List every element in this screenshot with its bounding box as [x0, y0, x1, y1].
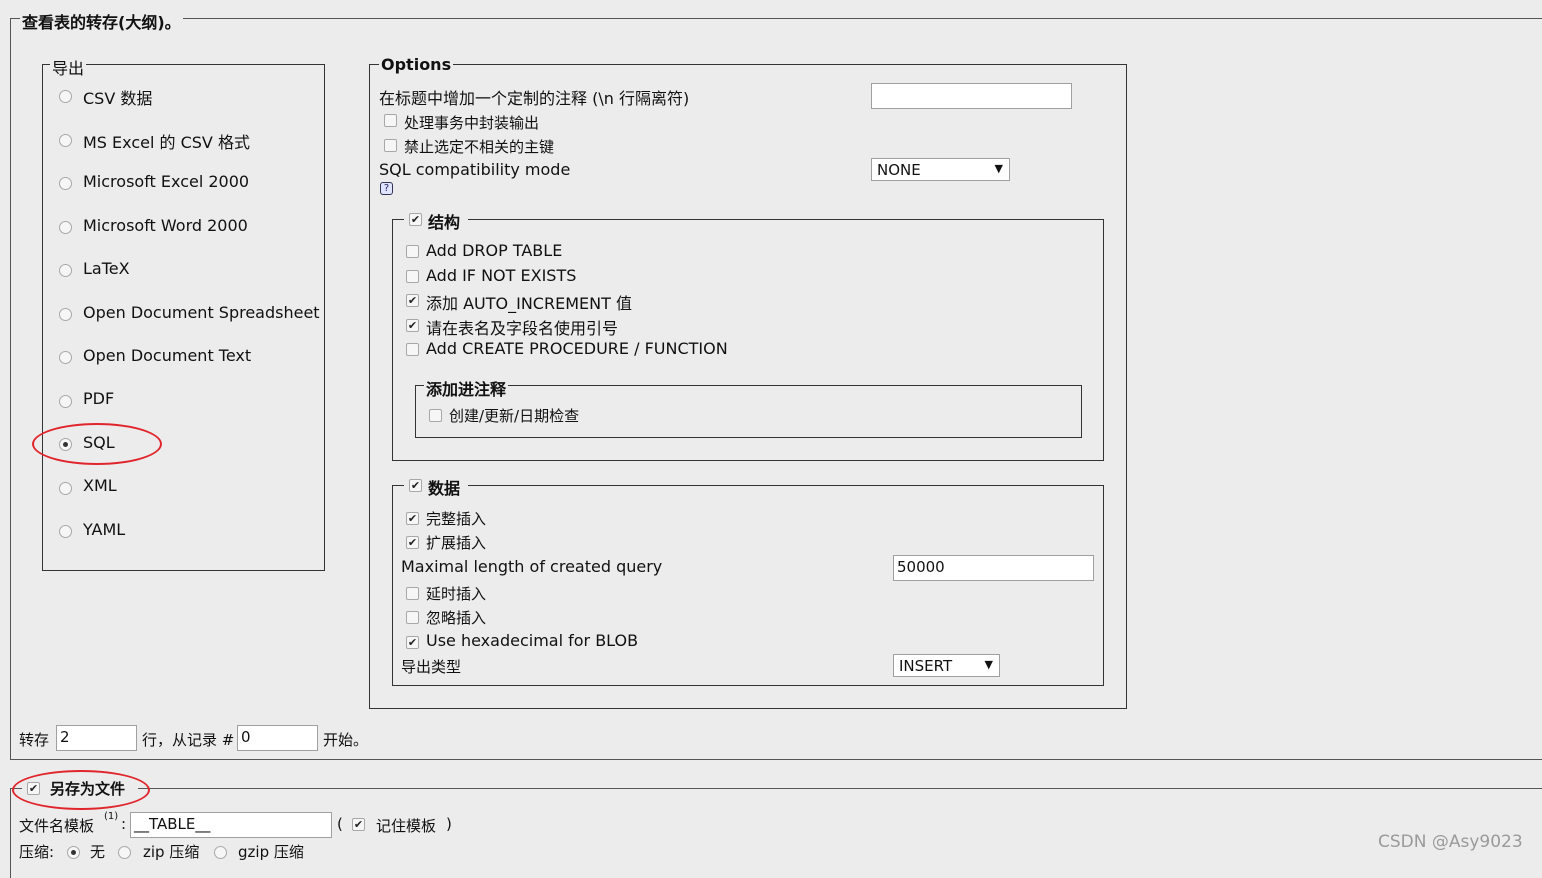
dropdown-arrow-icon: ▼ [984, 658, 993, 671]
format-label[interactable]: YAML [83, 520, 125, 539]
template-label: 文件名模板 [19, 817, 95, 835]
drop-table-label[interactable]: Add DROP TABLE [426, 241, 562, 260]
radio-word-2000[interactable] [59, 221, 72, 234]
data-checkbox[interactable]: ✔ [409, 479, 422, 492]
auto-increment-checkbox[interactable]: ✔ [406, 294, 419, 307]
backquotes-checkbox[interactable]: ✔ [406, 319, 419, 332]
compat-select-value: NONE [877, 161, 921, 179]
format-label[interactable]: Open Document Spreadsheet [83, 303, 320, 322]
delayed-insert-checkbox[interactable] [406, 587, 419, 600]
radio-excel-2000[interactable] [59, 177, 72, 190]
format-label[interactable]: Microsoft Excel 2000 [83, 172, 249, 191]
complete-insert-label[interactable]: 完整插入 [426, 508, 486, 529]
format-label[interactable]: CSV 数据 [83, 85, 152, 109]
backquotes-label[interactable]: 请在表名及字段名使用引号 [426, 315, 618, 339]
format-label[interactable]: MS Excel 的 CSV 格式 [83, 129, 250, 153]
max-query-label: Maximal length of created query [401, 557, 663, 576]
structure-checkbox[interactable]: ✔ [409, 213, 422, 226]
help-icon[interactable]: ? [380, 182, 393, 195]
dump-suffix: 开始。 [323, 731, 369, 749]
radio-xml[interactable] [59, 482, 72, 495]
compression-label: 压缩: [19, 843, 55, 861]
header-comment-label: 在标题中增加一个定制的注释 (\n 行隔离符) [379, 89, 690, 108]
radio-csv[interactable] [59, 90, 72, 103]
template-sup: (1) [104, 811, 119, 822]
hex-blob-checkbox[interactable]: ✔ [406, 636, 419, 649]
ignore-insert-label[interactable]: 忽略插入 [426, 607, 486, 628]
save-file-highlight-annotation [12, 770, 150, 810]
compression-zip-label[interactable]: zip 压缩 [143, 841, 199, 862]
radio-yaml[interactable] [59, 525, 72, 538]
disable-fk-checkbox[interactable] [384, 139, 397, 152]
ignore-insert-checkbox[interactable] [406, 611, 419, 624]
paren-close: ) [446, 815, 452, 833]
compression-none-radio[interactable] [67, 846, 80, 859]
create-procedure-checkbox[interactable] [406, 343, 419, 356]
comments-legend: 添加进注释 [424, 376, 509, 400]
if-not-exists-checkbox[interactable] [406, 270, 419, 283]
format-label[interactable]: PDF [83, 389, 114, 408]
export-type-label: 导出类型 [401, 658, 462, 676]
compression-zip-radio[interactable] [118, 846, 131, 859]
radio-csv-excel[interactable] [59, 134, 72, 147]
extended-insert-checkbox[interactable]: ✔ [406, 536, 419, 549]
remember-template-checkbox[interactable]: ✔ [352, 818, 365, 831]
dates-label[interactable]: 创建/更新/日期检查 [449, 405, 579, 426]
compression-none-label[interactable]: 无 [90, 841, 105, 862]
data-label[interactable]: 数据 [428, 475, 460, 499]
disable-fk-label[interactable]: 禁止选定不相关的主键 [404, 136, 554, 157]
wrap-transaction-label[interactable]: 处理事务中封装输出 [404, 112, 539, 133]
radio-latex[interactable] [59, 264, 72, 277]
hex-blob-label[interactable]: Use hexadecimal for BLOB [426, 631, 638, 650]
complete-insert-checkbox[interactable]: ✔ [406, 512, 419, 525]
paren-open: ( [337, 815, 343, 833]
extended-insert-label[interactable]: 扩展插入 [426, 532, 486, 553]
create-procedure-label[interactable]: Add CREATE PROCEDURE / FUNCTION [426, 339, 728, 358]
if-not-exists-label[interactable]: Add IF NOT EXISTS [426, 266, 576, 285]
structure-label[interactable]: 结构 [428, 209, 460, 233]
wrap-transaction-checkbox[interactable] [384, 114, 397, 127]
export-type-select[interactable]: INSERT ▼ [893, 654, 1000, 677]
dump-middle: 行，从记录 # [142, 731, 235, 749]
header-comment-input[interactable] [871, 83, 1072, 109]
rows-input[interactable]: 2 [56, 725, 137, 751]
export-legend: 导出 [50, 55, 87, 79]
radio-odt[interactable] [59, 351, 72, 364]
options-legend: Options [379, 55, 454, 74]
export-type-value: INSERT [899, 657, 953, 675]
compat-label: SQL compatibility mode [379, 160, 571, 179]
format-label[interactable]: LaTeX [83, 259, 130, 278]
format-label[interactable]: Open Document Text [83, 346, 251, 365]
start-input[interactable]: 0 [237, 725, 318, 751]
template-colon: : [121, 815, 127, 833]
drop-table-checkbox[interactable] [406, 245, 419, 258]
dump-prefix: 转存 [19, 731, 50, 749]
dump-legend: 查看表的转存(大纲)。 [20, 9, 183, 33]
compression-gzip-label[interactable]: gzip 压缩 [238, 841, 304, 862]
max-query-input[interactable]: 50000 [893, 555, 1094, 581]
sql-highlight-annotation [32, 423, 162, 465]
format-label[interactable]: Microsoft Word 2000 [83, 216, 248, 235]
dates-checkbox[interactable] [429, 409, 442, 422]
dropdown-arrow-icon: ▼ [994, 162, 1003, 175]
watermark: CSDN @Asy9023 [1378, 832, 1523, 852]
radio-ods[interactable] [59, 308, 72, 321]
filename-template-input[interactable]: __TABLE__ [130, 812, 332, 838]
radio-pdf[interactable] [59, 395, 72, 408]
auto-increment-label[interactable]: 添加 AUTO_INCREMENT 值 [426, 290, 632, 314]
delayed-insert-label[interactable]: 延时插入 [426, 583, 486, 604]
remember-template-label[interactable]: 记住模板 [376, 815, 436, 836]
compat-select[interactable]: NONE ▼ [871, 158, 1010, 181]
compression-gzip-radio[interactable] [214, 846, 227, 859]
format-label[interactable]: XML [83, 476, 117, 495]
